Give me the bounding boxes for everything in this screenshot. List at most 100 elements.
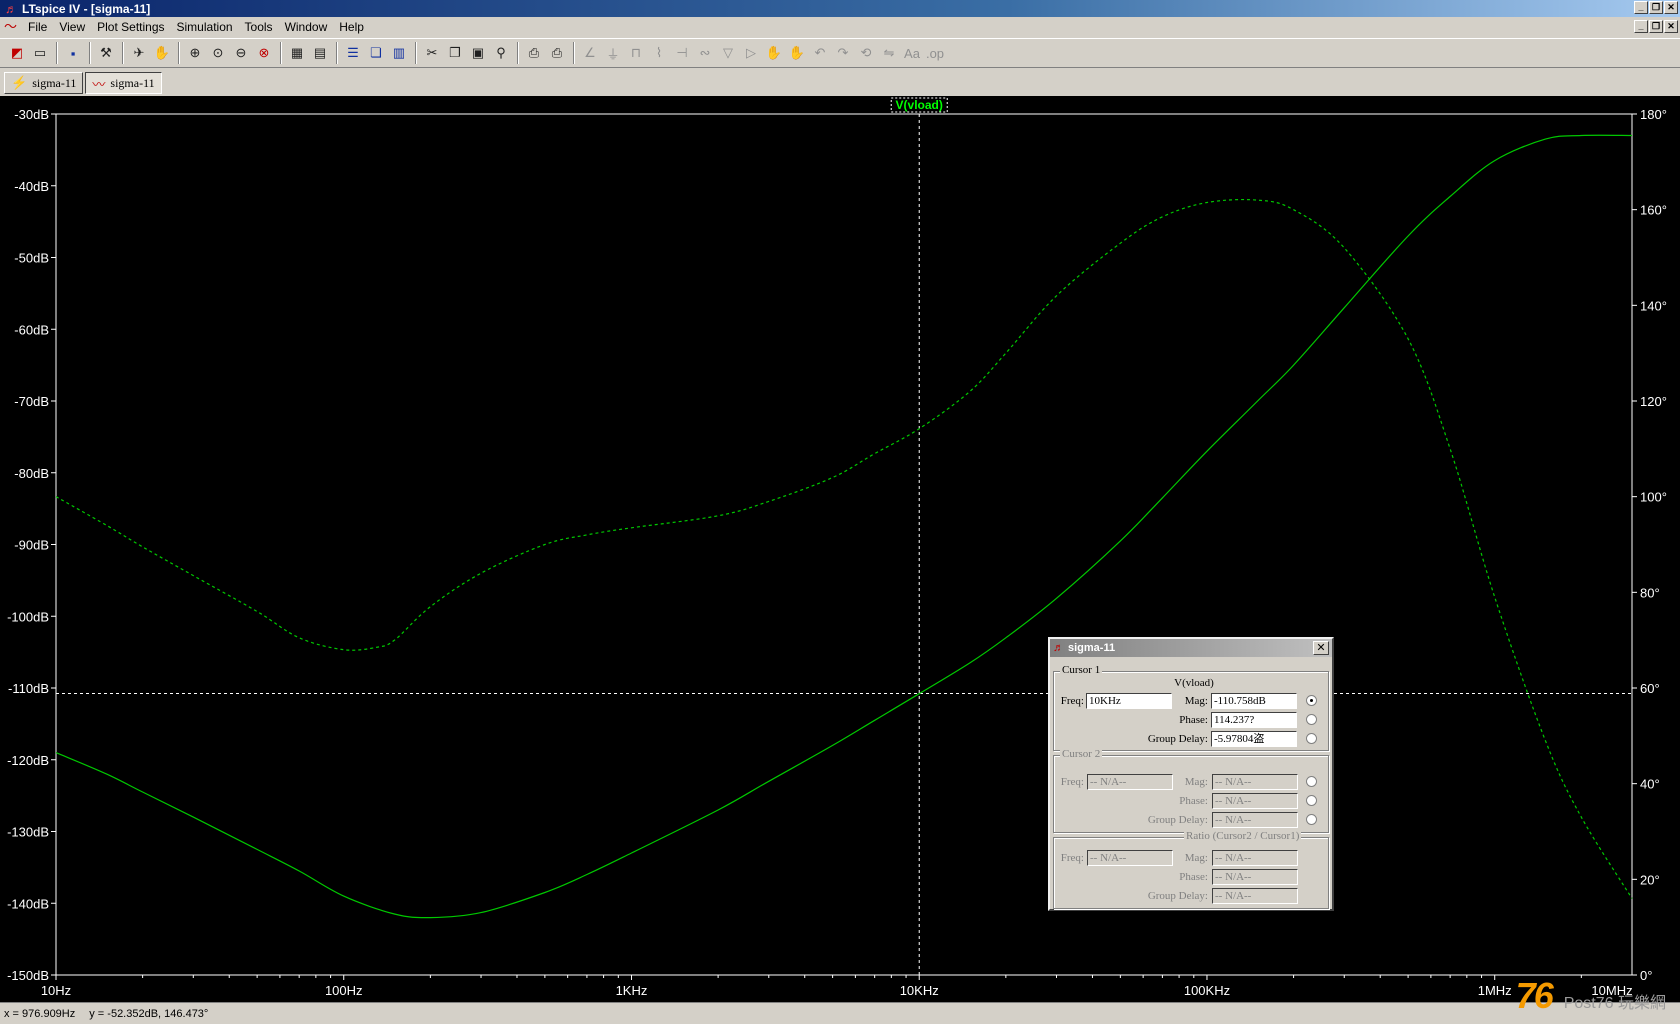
left-tick-label: -30dB — [14, 107, 49, 122]
plot-canvas[interactable]: 10Hz 100Hz 1KHz 10KHz 100KHz 1MHz 10MHz-30dB-4… — [0, 96, 1680, 1002]
cursor2-phase-radio[interactable] — [1306, 795, 1317, 806]
doc-close-icon[interactable]: ✕ — [1664, 20, 1678, 33]
cursor2-mag-radio[interactable] — [1306, 776, 1317, 787]
magnitude-trace — [55, 134, 1633, 919]
toolbar-separator — [336, 42, 338, 64]
ltspice-app-icon[interactable]: ♬ — [4, 2, 18, 16]
rotate-icon[interactable]: ⟲ — [855, 42, 877, 64]
right-tick-label: 140° — [1640, 298, 1667, 313]
print-preview-icon[interactable]: ⎙ — [523, 42, 545, 64]
cursor2-phase-field[interactable]: -- N/A-- — [1212, 793, 1298, 809]
cursor1-phase-radio[interactable] — [1306, 714, 1317, 725]
halt-icon[interactable]: ✋ — [151, 42, 173, 64]
cursor1-freq-field[interactable]: 10KHz — [1086, 693, 1172, 709]
toolbar-separator — [517, 42, 519, 64]
undo-icon[interactable]: ↶ — [809, 42, 831, 64]
cursor1-gd-radio[interactable] — [1306, 733, 1317, 744]
ground-icon[interactable]: ⏚ — [602, 42, 624, 64]
resistor-icon[interactable]: ⌇ — [648, 42, 670, 64]
cut-icon[interactable]: ✂ — [421, 42, 443, 64]
dialog-title-bar[interactable]: ♬ sigma-11 — [1050, 639, 1332, 657]
cursor1-phase-field[interactable]: 114.237? — [1211, 712, 1297, 728]
left-tick-label: -70dB — [14, 394, 49, 409]
waveform-plot[interactable]: 10Hz 100Hz 1KHz 10KHz 100KHz 1MHz 10MHz -30dB -4… — [0, 96, 1680, 1002]
inductor-icon[interactable]: ∾ — [694, 42, 716, 64]
minimize-icon[interactable]: _ — [1634, 1, 1648, 14]
wire-icon[interactable]: ∠ — [579, 42, 601, 64]
left-tick-label: -50dB — [14, 251, 49, 266]
print-icon[interactable]: ⎙ — [546, 42, 568, 64]
component-icon[interactable]: ▷ — [740, 42, 762, 64]
label-net-icon[interactable]: ⊓ — [625, 42, 647, 64]
restore-icon[interactable]: ❐ — [1649, 1, 1663, 14]
cascade-icon[interactable]: ❏ — [365, 42, 387, 64]
ratio-phase-label: Phase: — [1179, 871, 1208, 883]
find-icon[interactable]: ⚲ — [490, 42, 512, 64]
pan-icon[interactable]: ⊙ — [207, 42, 229, 64]
left-tick-label: -120dB — [7, 753, 49, 768]
menu-simulation[interactable]: Simulation — [171, 17, 239, 37]
cursor1-mag-radio[interactable] — [1306, 695, 1317, 706]
left-tick-label: -80dB — [14, 466, 49, 481]
manual-limits-icon[interactable]: ▤ — [309, 42, 331, 64]
tile-horizontal-icon[interactable]: ☰ — [342, 42, 364, 64]
doc-restore-icon[interactable]: ❐ — [1649, 20, 1663, 33]
spice-directive-icon[interactable]: .op — [924, 42, 946, 64]
run-icon[interactable]: ✈ — [128, 42, 150, 64]
cursor1-mag-field[interactable]: -110.758dB — [1211, 693, 1297, 709]
text-icon[interactable]: Aa — [901, 42, 923, 64]
status-bar: x = 976.909Hz y = -52.352dB, 146.473° — [0, 1002, 1680, 1024]
redo-icon[interactable]: ↷ — [832, 42, 854, 64]
menu-view[interactable]: View — [53, 17, 91, 37]
toolbar-separator — [280, 42, 282, 64]
ratio-gd-field[interactable]: -- N/A-- — [1212, 888, 1298, 904]
ratio-mag-field[interactable]: -- N/A-- — [1212, 850, 1298, 866]
toolbar-separator — [415, 42, 417, 64]
ratio-freq-field[interactable]: -- N/A-- — [1087, 850, 1173, 866]
cursor2-gd-radio[interactable] — [1306, 814, 1317, 825]
paste-icon[interactable]: ▣ — [467, 42, 489, 64]
menu-tools[interactable]: Tools — [239, 17, 279, 37]
doc-minimize-icon[interactable]: _ — [1634, 20, 1648, 33]
menu-plot-settings[interactable]: Plot Settings — [91, 17, 170, 37]
autorange-icon[interactable]: ▦ — [286, 42, 308, 64]
tab-waveform[interactable]: 〰 sigma-11 — [85, 72, 162, 94]
title-bar: ♬ LTspice IV - [sigma-11] _ ❐ ✕ — [0, 0, 1680, 17]
waveform-icon: 〰 — [92, 76, 106, 92]
toolbar-separator — [178, 42, 180, 64]
cursor1-group: Cursor 1 V(vload) Freq: 10KHz Mag: -110.… — [1053, 664, 1329, 751]
new-schematic-icon[interactable]: ◩ — [6, 42, 28, 64]
toolbar-separator — [573, 42, 575, 64]
control-panel-icon[interactable]: ⚒ — [95, 42, 117, 64]
menu-file[interactable]: File — [22, 17, 53, 37]
toolbar: ◩ ▭ ▪ ⚒ ✈ ✋ ⊕ ⊙ ⊖ ⊗ ▦ ▤ ☰ ❏ ▥ ✂ ❐ ▣ ⚲ ⎙ … — [0, 38, 1680, 68]
zoom-fit-icon[interactable]: ⊗ — [253, 42, 275, 64]
drag-icon[interactable]: ✋ — [786, 42, 808, 64]
menu-bar: 〜 File View Plot Settings Simulation Too… — [0, 17, 1680, 37]
tab-schematic[interactable]: ⚡ sigma-11 — [4, 72, 84, 94]
dialog-close-button[interactable]: ✕ — [1313, 641, 1329, 655]
ratio-phase-field[interactable]: -- N/A-- — [1212, 869, 1298, 885]
left-tick-label: -40dB — [14, 179, 49, 194]
zoom-in-icon[interactable]: ⊕ — [184, 42, 206, 64]
cursor2-mag-field[interactable]: -- N/A-- — [1212, 774, 1298, 790]
tile-vertical-icon[interactable]: ▥ — [388, 42, 410, 64]
copy-icon[interactable]: ❐ — [444, 42, 466, 64]
cursor2-freq-field[interactable]: -- N/A-- — [1087, 774, 1173, 790]
waveform-menu-icon[interactable]: 〜 — [4, 19, 22, 35]
menu-window[interactable]: Window — [279, 17, 334, 37]
open-icon[interactable]: ▭ — [29, 42, 51, 64]
diode-icon[interactable]: ▽ — [717, 42, 739, 64]
document-window-controls: _ ❐ ✕ — [1634, 20, 1678, 33]
cursor1-gd-field[interactable]: -5.97804盗 — [1211, 731, 1297, 747]
menu-help[interactable]: Help — [333, 17, 370, 37]
save-icon[interactable]: ▪ — [62, 42, 84, 64]
close-icon[interactable]: ✕ — [1664, 1, 1678, 14]
mirror-icon[interactable]: ⇋ — [878, 42, 900, 64]
zoom-out-icon[interactable]: ⊖ — [230, 42, 252, 64]
capacitor-icon[interactable]: ⊣ — [671, 42, 693, 64]
move-icon[interactable]: ✋ — [763, 42, 785, 64]
x-tick-label: 1KHz — [616, 983, 648, 998]
cursor1-freq-label: Freq: — [1060, 695, 1084, 707]
cursor2-gd-field[interactable]: -- N/A-- — [1212, 812, 1298, 828]
